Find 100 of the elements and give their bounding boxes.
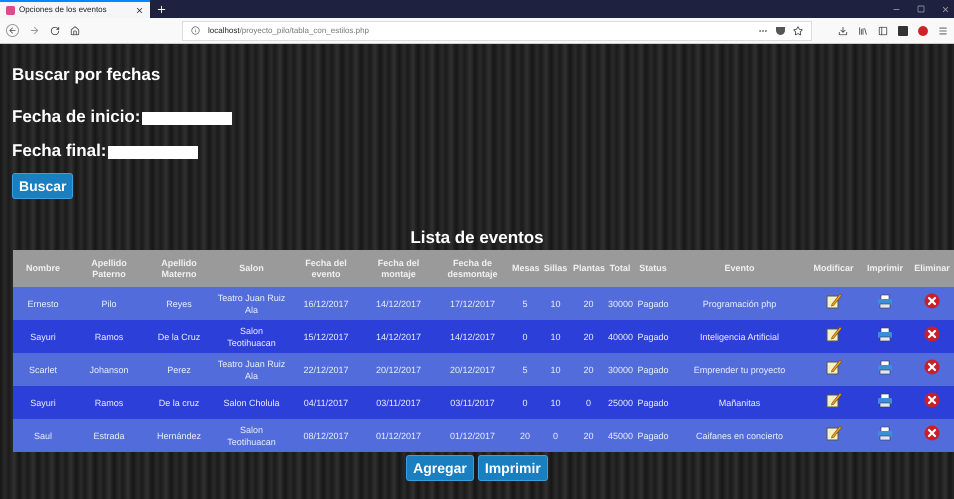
table-cell: Pagado	[634, 386, 672, 419]
table-cell: Saul	[13, 419, 73, 452]
table-cell: 0	[510, 320, 540, 353]
column-header: Fecha del montaje	[362, 250, 435, 287]
table-cell: 45000	[606, 419, 634, 452]
close-icon[interactable]	[135, 6, 144, 14]
restore-icon[interactable]	[917, 5, 925, 13]
tab-title: Opciones de los eventos	[19, 4, 108, 16]
table-cell: Teatro Juan Ruiz Ala	[213, 287, 290, 320]
table-cell: 08/12/2017	[290, 419, 362, 452]
action-button[interactable]: Agregar	[406, 455, 474, 481]
table-cell: 14/12/2017	[362, 287, 435, 320]
table-cell: Salon Teotihuacan	[213, 419, 290, 452]
delete-icon[interactable]	[924, 359, 940, 376]
date-label: Fecha final:	[12, 142, 106, 159]
table-cell: 10	[540, 353, 571, 386]
table-cell: 03/11/2017	[435, 386, 510, 419]
action-button[interactable]: Imprimir	[478, 455, 548, 481]
table-cell: Caifanes en concierto	[672, 419, 807, 452]
table-cell: Pagado	[634, 287, 672, 320]
column-header: Sillas	[540, 250, 571, 287]
download-icon[interactable]	[838, 26, 848, 36]
table-cell: Reyes	[145, 287, 213, 320]
table-cell: Sayuri	[13, 386, 73, 419]
date-field[interactable]	[142, 112, 232, 125]
date-field[interactable]	[108, 146, 198, 159]
table-cell: 0	[540, 419, 571, 452]
sidebar-icon[interactable]	[878, 26, 888, 36]
column-header: Apellido Materno	[145, 250, 213, 287]
table-cell: Pagado	[634, 320, 672, 353]
table-cell: Johanson	[73, 353, 145, 386]
printer-icon[interactable]	[877, 426, 893, 441]
printer-icon[interactable]	[877, 392, 893, 408]
search-title: Buscar por fechas	[12, 66, 160, 83]
home-icon[interactable]	[70, 26, 80, 36]
url-text: localhost/proyecto_pilo/tabla_con_estilos.php	[208, 24, 370, 36]
edit-note-icon[interactable]	[826, 359, 842, 376]
menu-icon[interactable]	[938, 26, 948, 36]
browser-tab[interactable]: Opciones de los eventos	[0, 0, 150, 18]
table-cell: 16/12/2017	[290, 287, 362, 320]
table-cell: Pagado	[634, 419, 672, 452]
table-cell: Salon Teotihuacan	[213, 320, 290, 353]
table-title: Lista de eventos	[409, 229, 545, 246]
table-cell: 10	[540, 386, 571, 419]
table-cell: 40000	[606, 320, 634, 353]
table-cell: 0	[510, 386, 540, 419]
table-cell: Emprender tu proyecto	[672, 353, 807, 386]
new-tab-icon[interactable]	[156, 4, 167, 14]
delete-icon[interactable]	[924, 425, 940, 442]
column-header: Modificar	[807, 250, 860, 287]
close-window-icon[interactable]	[941, 4, 950, 14]
edit-note-icon[interactable]	[826, 293, 842, 310]
table-cell: 20	[571, 320, 606, 353]
table-cell: 01/12/2017	[435, 419, 510, 452]
date-label: Fecha de inicio:	[12, 108, 140, 125]
table-cell: Salon Cholula	[213, 386, 290, 419]
table-cell: 20	[571, 353, 606, 386]
table-cell: Pilo	[73, 287, 145, 320]
column-header: Total	[606, 250, 634, 287]
address-bar[interactable]: localhost/proyecto_pilo/tabla_con_estilos.php	[182, 20, 812, 40]
column-header: Mesas	[510, 250, 540, 287]
printer-icon[interactable]	[877, 294, 893, 309]
table-cell: 01/12/2017	[362, 419, 435, 452]
column-header: Eliminar	[910, 250, 954, 287]
table-cell: Pagado	[634, 353, 672, 386]
column-header: Status	[634, 250, 672, 287]
printer-icon[interactable]	[877, 360, 893, 375]
table-cell: 03/11/2017	[362, 386, 435, 419]
back-icon[interactable]	[6, 24, 19, 37]
column-header: Fecha de desmontaje	[435, 250, 510, 287]
table-cell: 20	[510, 419, 540, 452]
reload-icon[interactable]	[50, 26, 60, 36]
table-cell: De la Cruz	[145, 320, 213, 353]
favicon-icon	[6, 6, 15, 14]
table-cell: 20/12/2017	[362, 353, 435, 386]
edit-note-icon[interactable]	[826, 326, 842, 342]
table-cell: 20	[571, 419, 606, 452]
table-cell: 22/12/2017	[290, 353, 362, 386]
table-cell: De la cruz	[145, 386, 213, 419]
column-header: Apellido Paterno	[73, 250, 145, 287]
table-cell: Ramos	[73, 386, 145, 419]
delete-icon[interactable]	[924, 326, 940, 342]
edit-note-icon[interactable]	[826, 392, 842, 408]
table-cell: Teatro Juan Ruiz Ala	[213, 353, 290, 386]
printer-icon[interactable]	[877, 326, 893, 342]
bookmark-icon[interactable]	[793, 26, 803, 36]
table-cell: 30000	[606, 353, 634, 386]
table-cell: 14/12/2017	[362, 320, 435, 353]
edit-note-icon[interactable]	[826, 425, 842, 442]
table-cell: 14/12/2017	[435, 320, 510, 353]
delete-icon[interactable]	[924, 392, 940, 408]
table-cell: 04/11/2017	[290, 386, 362, 419]
library-icon[interactable]	[858, 26, 868, 36]
table-cell: Scarlet	[13, 353, 73, 386]
column-header: Imprimir	[860, 250, 910, 287]
search-button[interactable]: Buscar	[12, 173, 74, 199]
table-cell: 20/12/2017	[435, 353, 510, 386]
column-header: Nombre	[13, 250, 73, 287]
forward-icon[interactable]	[29, 25, 40, 36]
delete-icon[interactable]	[924, 293, 940, 310]
